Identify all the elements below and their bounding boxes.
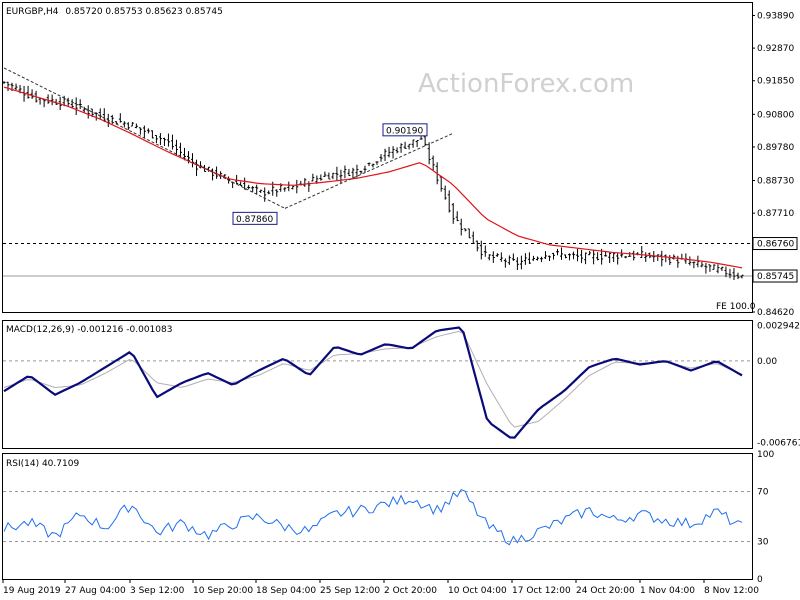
price-tick-label: 0.89780 [757, 143, 794, 153]
price-tick-label: 0.93890 [757, 11, 794, 21]
price-symbol: EURGBP,H4 0.85720 0.85753 0.85623 0.8574… [6, 7, 223, 17]
price-level-label: 0.85745 [757, 272, 794, 282]
x-axis: 19 Aug 2019 27 Aug 04:00 3 Sep 12:00 10 Sep… [2, 579, 759, 596]
watermark: ActionForex.com [418, 69, 634, 99]
x-tick-label: 25 Sep 12:00 [320, 586, 380, 596]
rsi-tick-label: 70 [757, 488, 769, 498]
price-tick-label: 0.88730 [757, 177, 794, 187]
x-tick-label: 24 Oct 20:00 [576, 586, 635, 596]
price-tick-label: 0.87710 [757, 209, 794, 219]
macd-panel-frame [2, 320, 753, 449]
x-tick-label: 10 Sep 20:00 [193, 586, 253, 596]
price-tick-label: 0.91850 [757, 77, 794, 87]
x-tick-label: 17 Oct 12:00 [512, 586, 571, 596]
ohlc-label: 0.85720 0.85753 0.85623 0.85745 [65, 7, 222, 17]
x-tick-label: 10 Oct 04:00 [448, 586, 507, 596]
macd-title: MACD(12,26,9) -0.001216 -0.001083 [6, 325, 172, 335]
price-level-label: 0.86760 [757, 240, 794, 250]
price-panel-frame [2, 2, 753, 313]
rsi-tick-label: 0 [757, 575, 763, 585]
x-tick-label: 18 Sep 04:00 [256, 586, 316, 596]
fe-label: FE 100.0 [716, 302, 756, 312]
rsi-tick-label: 100 [757, 450, 774, 460]
rsi-title: RSI(14) 40.7109 [6, 459, 79, 469]
x-tick-label: 1 Nov 04:00 [640, 586, 695, 596]
macd-tick-label: -0.006761 [757, 439, 800, 449]
symbol-label: EURGBP,H4 [6, 7, 59, 17]
annotation-label: 0.87860 [236, 215, 273, 225]
price-tick-label: 0.84620 [757, 308, 794, 318]
x-tick-label: 3 Sep 12:00 [130, 586, 185, 596]
x-tick-label: 27 Aug 04:00 [65, 586, 126, 596]
macd-tick-label: 0.002942 [757, 321, 800, 331]
x-tick-label: 2 Oct 20:00 [384, 586, 437, 596]
macd-tick-label: 0.00 [757, 357, 777, 367]
rsi-panel-frame [2, 453, 753, 580]
price-tick-label: 0.90800 [757, 110, 794, 120]
annotation-label: 0.90190 [386, 126, 423, 136]
x-tick-label: 8 Nov 12:00 [704, 586, 759, 596]
price-tick-label: 0.92870 [757, 44, 794, 54]
rsi-tick-label: 30 [757, 538, 769, 548]
x-tick-label: 19 Aug 2019 [3, 586, 61, 596]
chart-canvas: ActionForex.com EURGBP,H4 0.85720 0.8575… [2, 2, 800, 596]
